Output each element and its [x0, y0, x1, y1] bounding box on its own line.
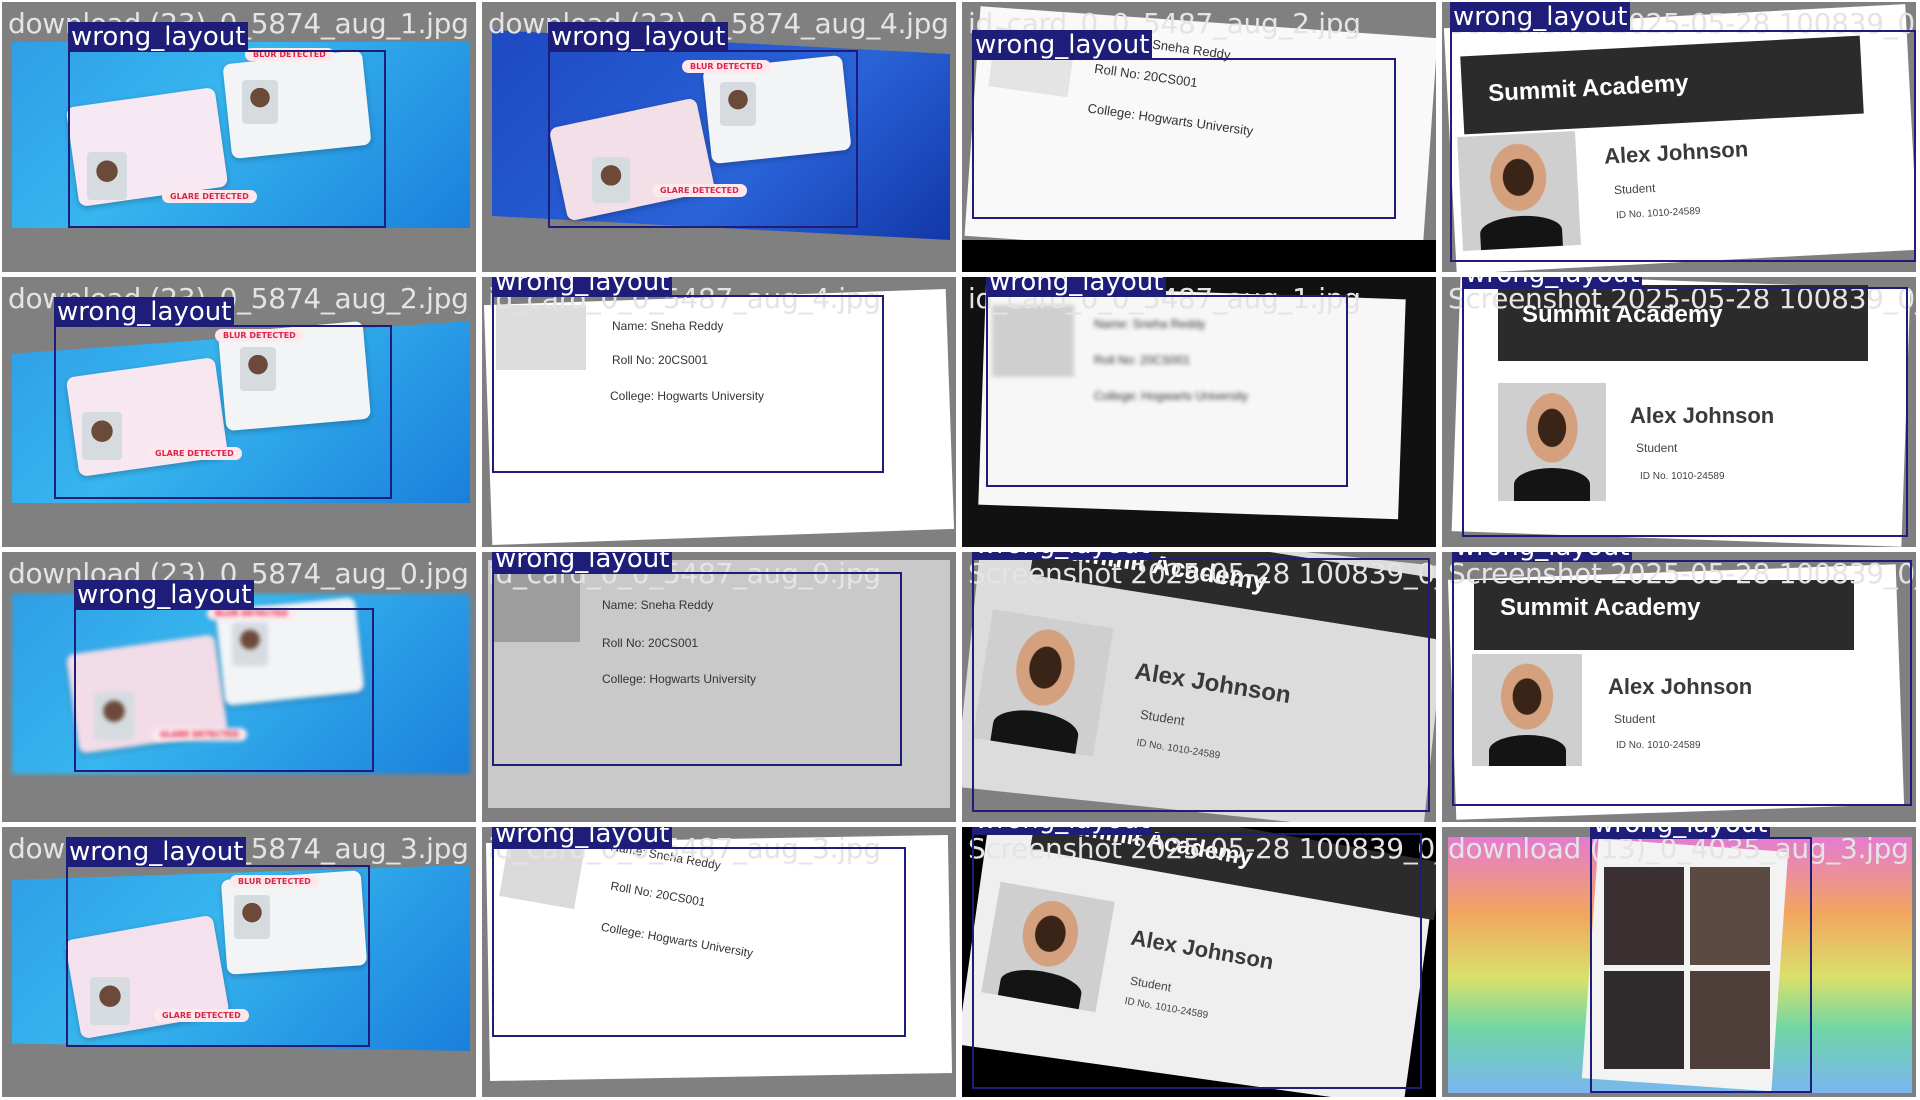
grid-tile[interactable]: Sneha Reddy Roll No: 20CS001 College: Ho… — [962, 2, 1436, 272]
grid-tile[interactable]: BLUR DETECTED GLARE DETECTED download (2… — [2, 552, 476, 822]
card-name: Alex Johnson — [1608, 674, 1753, 699]
blur-badge: BLUR DETECTED — [245, 48, 334, 61]
grid-tile[interactable]: Summit Academy Alex Johnson Student ID N… — [1442, 2, 1916, 272]
tile-filename: download (13)_0_4035_aug_3.jpg — [1448, 832, 1909, 865]
tile-image: Summit Academy Alex Johnson Student ID N… — [1442, 2, 1916, 272]
blur-badge: BLUR DETECTED — [215, 329, 304, 342]
tile-filename: Screenshot 2025-05-28 100839_0_ — [968, 832, 1436, 865]
tile-filename: id_card_0_0_5487_aug_3.jpg — [488, 832, 881, 865]
tile-filename: download (23)_0_5874_aug_1.jpg — [8, 7, 469, 40]
tile-filename: Screenshot 2025-05-28 100839_0_ — [968, 557, 1436, 590]
tile-filename: Screenshot 2025-05-28 100839_0_ — [1448, 282, 1916, 315]
tile-filename: id_card_0_0_5487_aug_1.jpg — [968, 282, 1361, 315]
tile-filename: id_card_0_0_5487_aug_2.jpg — [968, 7, 1361, 40]
card-id: ID No. 1010-24589 — [1640, 471, 1725, 482]
card-name: Name: Sneha Reddy — [612, 319, 724, 333]
tile-image: Name: Sneha Reddy Roll No: 20CS001 Colle… — [482, 552, 956, 822]
tile-filename: id_card_0_0_5487_aug_0.jpg — [488, 557, 881, 590]
card-college: College: Hogwarts University — [610, 389, 765, 403]
glare-badge: GLARE DETECTED — [147, 447, 242, 460]
tile-image: Name: Sneha Reddy Roll No: 20CS001 Colle… — [482, 277, 956, 547]
card-name: Name: Sneha Reddy — [1094, 317, 1206, 331]
tile-image: Name: Sneha Reddy Roll No: 20CS001 Colle… — [962, 277, 1436, 547]
tile-image: BLUR DETECTED GLARE DETECTED — [2, 552, 476, 822]
grid-tile[interactable]: Summit Academy Alex Johnson Student ID N… — [962, 827, 1436, 1097]
card-roll: Roll No: 20CS001 — [1094, 353, 1191, 367]
tile-image: Name: Sneha Reddy Roll No: 20CS001 Colle… — [482, 827, 956, 1097]
grid-tile[interactable]: BLUR DETECTED GLARE DETECTED download (2… — [2, 2, 476, 272]
card-roll: Roll No: 20CS001 — [612, 353, 709, 367]
grid-tile[interactable]: Summit Academy Alex Johnson Student ID N… — [1442, 552, 1916, 822]
grid-tile[interactable]: Name: Sneha Reddy Roll No: 20CS001 Colle… — [482, 552, 956, 822]
card-name: Alex Johnson — [1630, 403, 1775, 428]
tile-image: BLUR DETECTED GLARE DETECTED — [2, 2, 476, 272]
card-role: Student — [1614, 712, 1656, 726]
tile-filename: download (23)_0_5874_aug_0.jpg — [8, 557, 469, 590]
card-name: Name: Sneha Reddy — [602, 598, 714, 612]
blur-badge: BLUR DETECTED — [207, 607, 296, 620]
grid-tile[interactable]: Summit Academy Alex Johnson Student ID N… — [1442, 277, 1916, 547]
grid-tile[interactable]: Name: Sneha Reddy Roll No: 20CS001 Colle… — [962, 277, 1436, 547]
glare-badge: GLARE DETECTED — [154, 1009, 249, 1022]
card-college: College: Hogwarts University — [602, 672, 757, 686]
grid-tile[interactable]: BLUR DETECTED GLARE DETECTED download (2… — [482, 2, 956, 272]
grid-tile[interactable]: Name: Sneha Reddy Roll No: 20CS001 Colle… — [482, 827, 956, 1097]
card-college: College: Hogwarts University — [1094, 389, 1249, 403]
card-role: Student — [1636, 441, 1678, 455]
card-id: ID No. 1010-24589 — [1616, 740, 1701, 751]
glare-badge: GLARE DETECTED — [652, 184, 747, 197]
grid-tile[interactable]: BLUR DETECTED GLARE DETECTED download (2… — [2, 277, 476, 547]
tile-image — [1442, 827, 1916, 1097]
tile-filename: download (23)_0_5874_aug_2.jpg — [8, 282, 469, 315]
tile-image: Sneha Reddy Roll No: 20CS001 College: Ho… — [962, 2, 1436, 272]
grid-tile[interactable]: Name: Sneha Reddy Roll No: 20CS001 Colle… — [482, 277, 956, 547]
card-roll: Roll No: 20CS001 — [602, 636, 699, 650]
school-band: Summit Academy — [1474, 580, 1854, 650]
grid-tile[interactable]: download (13)_0_4035_aug_3.jpg wrong_lay… — [1442, 827, 1916, 1097]
grid-tile[interactable]: Summit Academy Alex Johnson Student ID N… — [962, 552, 1436, 822]
grid-tile[interactable]: BLUR DETECTED GLARE DETECTED download (2… — [2, 827, 476, 1097]
card-role: Student — [1613, 180, 1656, 198]
tile-image: Summit Academy Alex Johnson Student ID N… — [962, 552, 1436, 822]
tile-filename: download (23)_0_5874_aug_3.jpg — [8, 832, 469, 865]
tile-image: Summit Academy Alex Johnson Student ID N… — [1442, 277, 1916, 547]
tile-image: Summit Academy Alex Johnson Student ID N… — [1442, 552, 1916, 822]
tile-filename: Screenshot 2025-05-28 100839_0_ — [1448, 557, 1916, 590]
tile-image: Summit Academy Alex Johnson Student ID N… — [962, 827, 1436, 1097]
blur-badge: BLUR DETECTED — [230, 875, 319, 888]
tile-filename: id_card_0_0_5487_aug_4.jpg — [488, 282, 881, 315]
tile-image: BLUR DETECTED GLARE DETECTED — [2, 827, 476, 1097]
glare-badge: GLARE DETECTED — [162, 190, 257, 203]
tile-image: BLUR DETECTED GLARE DETECTED — [2, 277, 476, 547]
tile-filename: Screenshot 2025-05-28 100839_0_ — [1448, 7, 1916, 40]
blur-badge: BLUR DETECTED — [682, 60, 771, 73]
tile-filename: download (23)_0_5874_aug_4.jpg — [488, 7, 949, 40]
tile-image: BLUR DETECTED GLARE DETECTED — [482, 2, 956, 272]
glare-badge: GLARE DETECTED — [152, 728, 247, 741]
